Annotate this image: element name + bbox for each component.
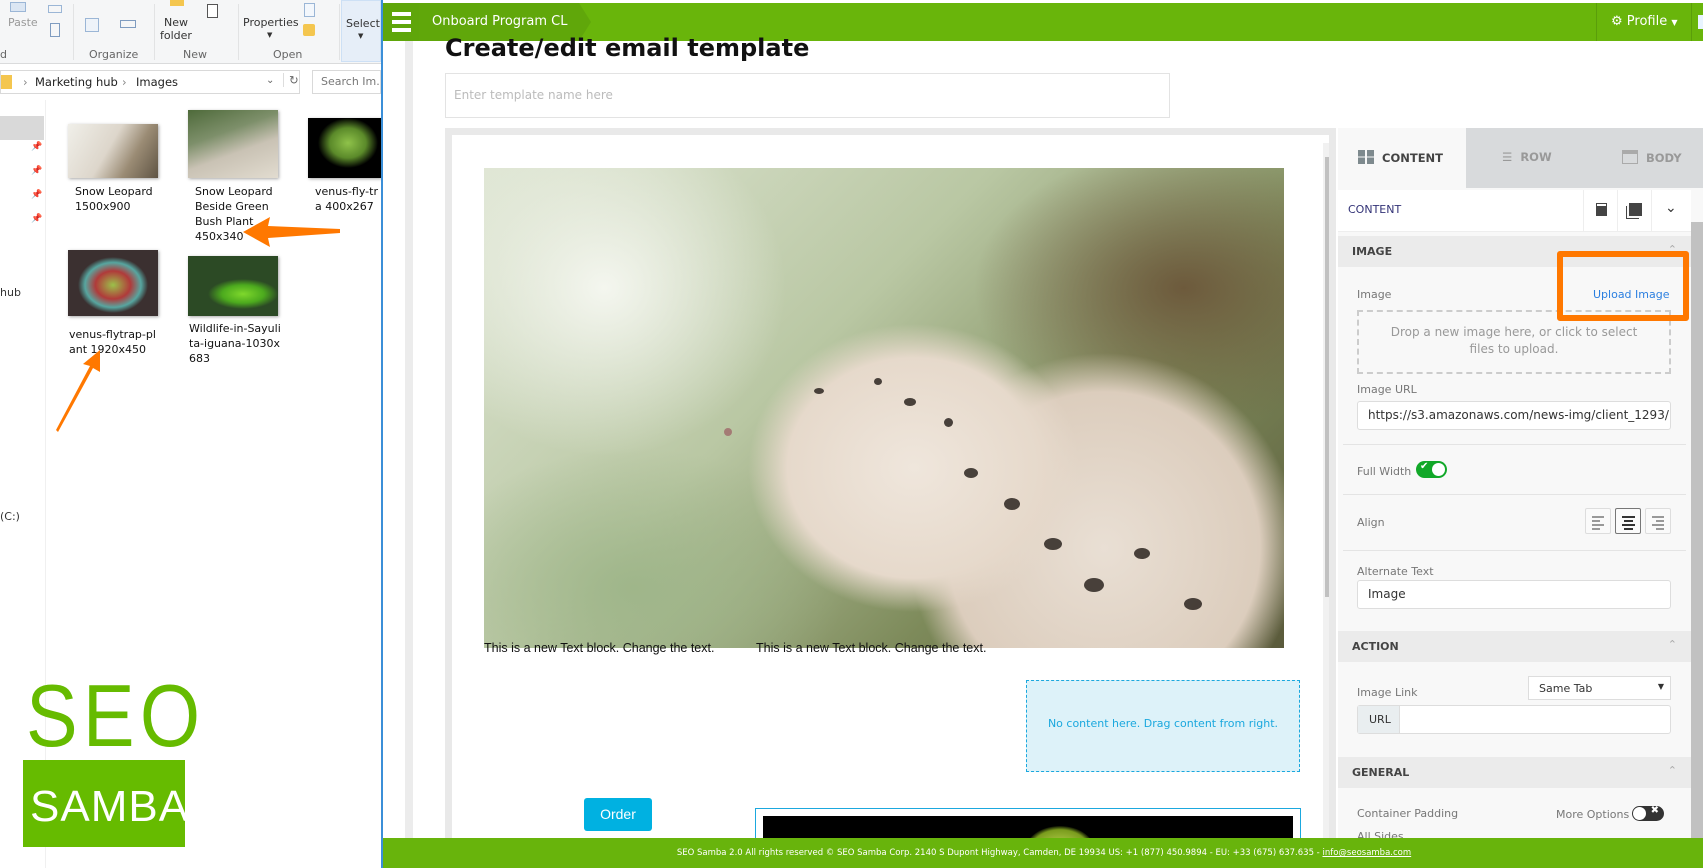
alternate-text-input[interactable]: Image — [1357, 580, 1671, 609]
section-title: IMAGE — [1352, 245, 1393, 258]
nav-item-drive-c[interactable]: (C:) — [0, 510, 20, 523]
footer-email-link[interactable]: info@seosamba.com — [1322, 848, 1411, 858]
align-label: Align — [1357, 516, 1385, 529]
container-padding-label: Container Padding — [1357, 807, 1459, 820]
footer-text: SEO Samba 2.0 All rights reserved © SEO … — [676, 848, 1323, 858]
venus-flytrap-image — [763, 816, 1293, 838]
left-gutter — [405, 41, 413, 838]
window-icon — [1622, 150, 1638, 164]
selected-image-block[interactable] — [755, 808, 1301, 838]
tab-content[interactable]: CONTENT — [1338, 128, 1466, 188]
text-block[interactable]: This is a new Text block. Change the tex… — [484, 641, 714, 655]
action-section-header[interactable]: ACTION ⌃ — [1338, 631, 1691, 662]
more-options-toggle[interactable]: ✖ — [1632, 805, 1664, 821]
profile-label: Profile — [1626, 14, 1668, 29]
check-icon: ✔ — [1420, 461, 1429, 472]
email-builder-app: Onboard Program CL ⚙ Profile ▼ Create/ed… — [381, 0, 1703, 868]
delete-button[interactable] — [1583, 190, 1617, 232]
properties-panel: CONTENT ☰ ROW BODY CONTENT ⌄ IMAGE ⌃ Imag… — [1338, 128, 1703, 838]
navbar-extra-icon[interactable] — [1698, 15, 1703, 29]
tab-body[interactable]: BODY — [1602, 128, 1703, 188]
collapse-button[interactable]: ⌄ — [1651, 190, 1691, 232]
tab-label: ROW — [1520, 150, 1552, 164]
email-canvas[interactable]: This is a new Text block. Change the tex… — [445, 128, 1336, 838]
arrow-left-shape — [243, 217, 340, 247]
caret-down-icon: ▼ — [1671, 18, 1678, 27]
close-icon: ✖ — [1650, 805, 1659, 816]
general-section-header[interactable]: GENERAL ⌃ — [1338, 757, 1691, 788]
align-right-button[interactable] — [1645, 508, 1671, 534]
chevron-up-icon: ⌃ — [1667, 764, 1677, 777]
image-label: Image — [1357, 288, 1392, 301]
divider — [1343, 494, 1686, 495]
content-header-label: CONTENT — [1348, 203, 1402, 216]
duplicate-icon — [1629, 203, 1642, 216]
arrow-up-shape — [56, 350, 100, 432]
section-title: ACTION — [1352, 640, 1399, 653]
order-button[interactable]: Order — [584, 798, 652, 831]
select-value: Same Tab — [1539, 682, 1593, 695]
duplicate-button[interactable] — [1617, 190, 1651, 232]
upload-highlight-box — [1557, 251, 1689, 321]
image-link-url-group[interactable]: URL — [1357, 705, 1671, 734]
alternate-text-label: Alternate Text — [1357, 565, 1434, 578]
align-center-button[interactable] — [1615, 508, 1641, 534]
profile-menu-button[interactable]: ⚙ Profile ▼ — [1596, 3, 1692, 41]
annotation-arrow-icon — [56, 217, 340, 432]
canvas-scrollbar[interactable] — [1323, 143, 1329, 838]
file-explorer-window: Paste New folder Properties ▼ Select ▼ d… — [0, 0, 381, 868]
all-sides-label: All Sides — [1357, 830, 1404, 838]
divider — [1343, 550, 1686, 551]
tab-label: CONTENT — [1382, 151, 1444, 165]
url-addon: URL — [1358, 706, 1400, 733]
divider — [1343, 444, 1686, 445]
align-left-button[interactable] — [1585, 508, 1611, 534]
template-name-input[interactable]: Enter template name here — [445, 73, 1170, 118]
hero-image-snow-leopard[interactable] — [484, 168, 1284, 648]
rows-icon: ☰ — [1502, 150, 1513, 164]
tab-label: BODY — [1646, 151, 1682, 165]
trash-icon — [1596, 203, 1607, 216]
chevron-up-icon: ⌃ — [1667, 638, 1677, 651]
full-width-label: Full Width — [1357, 465, 1412, 478]
panel-scrollbar[interactable] — [1691, 222, 1703, 838]
seosamba-logo-bottom: SAMBA — [23, 760, 188, 847]
image-url-label: Image URL — [1357, 383, 1417, 396]
full-width-toggle[interactable]: ✔ — [1416, 461, 1447, 478]
chevron-down-icon: ⌄ — [1665, 200, 1677, 216]
image-link-label: Image Link — [1357, 686, 1418, 699]
more-options-label: More Options — [1556, 808, 1630, 821]
footer: SEO Samba 2.0 All rights reserved © SEO … — [383, 838, 1703, 868]
menu-icon[interactable] — [383, 3, 419, 41]
empty-column-dropzone[interactable]: No content here. Drag content from right… — [1026, 680, 1300, 772]
image-url-input[interactable]: https://s3.amazonaws.com/news-img/client… — [1357, 401, 1671, 430]
page-title: Create/edit email template — [445, 34, 810, 62]
section-title: GENERAL — [1352, 766, 1410, 779]
tab-row[interactable]: ☰ ROW — [1466, 128, 1602, 188]
grid-icon — [1358, 150, 1374, 164]
seosamba-logo-top: SEO — [26, 666, 206, 765]
caret-down-icon: ▼ — [1657, 682, 1664, 691]
gear-icon: ⚙ — [1611, 14, 1623, 29]
link-target-select[interactable]: Same Tab ▼ — [1528, 676, 1671, 700]
text-block[interactable]: This is a new Text block. Change the tex… — [756, 641, 986, 655]
content-header: CONTENT ⌄ — [1338, 190, 1691, 232]
